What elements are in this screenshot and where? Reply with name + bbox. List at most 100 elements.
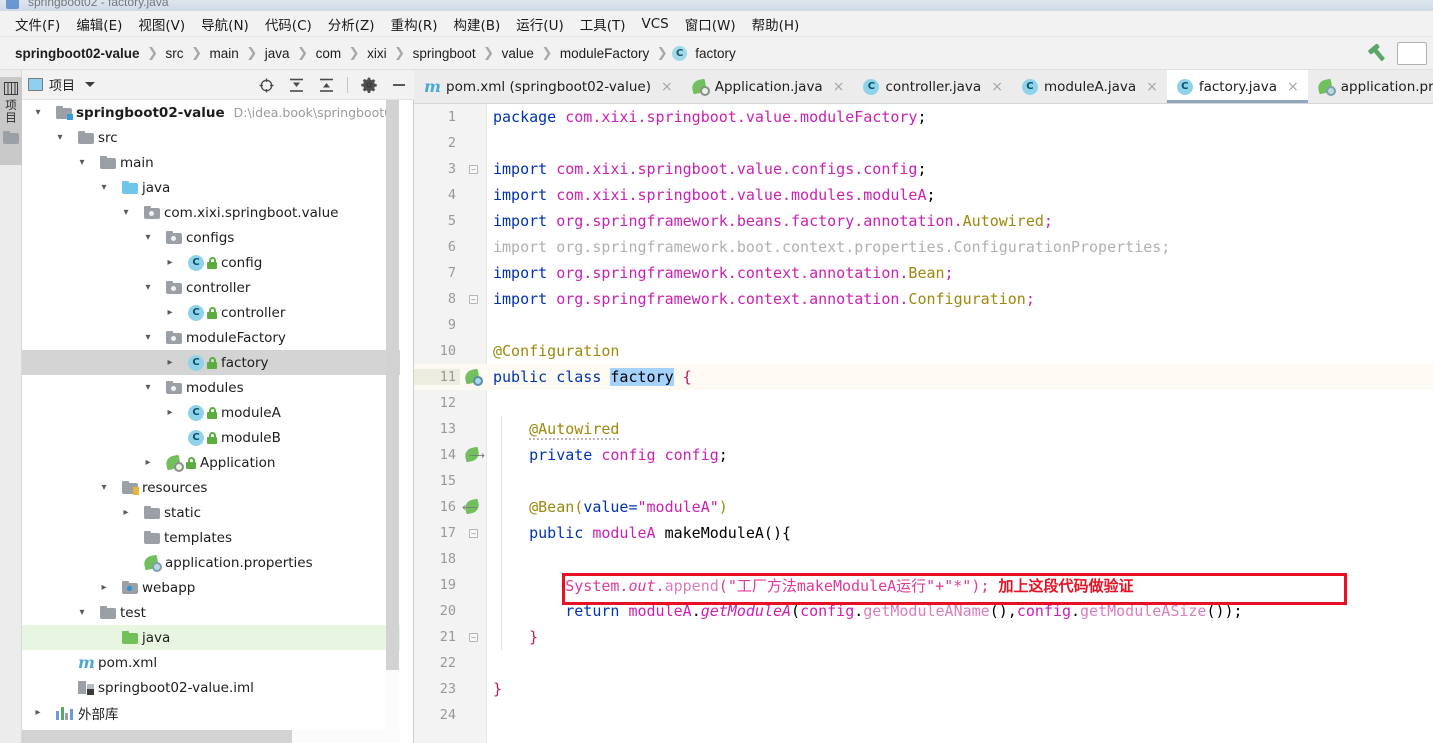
code-line[interactable]: 1 package com.xixi.springboot.value.modu… (414, 104, 1433, 130)
project-tree-vertical-scroll-thumb[interactable] (386, 100, 399, 670)
menu-navigate[interactable]: 导航(N) (193, 11, 257, 37)
code-editor[interactable]: 1 package com.xixi.springboot.value.modu… (414, 104, 1433, 743)
fold-region-icon[interactable]: – (469, 294, 478, 304)
project-panel-title-group[interactable]: 项目 (28, 75, 96, 94)
chevron-down-icon[interactable]: ▾ (140, 382, 156, 393)
chevron-down-icon[interactable]: ▾ (74, 157, 90, 168)
tree-row-src[interactable]: ▾ src (22, 125, 400, 150)
chevron-down-icon[interactable]: ▾ (140, 332, 156, 343)
menu-view[interactable]: 视图(V) (130, 11, 193, 37)
code-line[interactable]: 21 – } (414, 624, 1433, 650)
menu-file[interactable]: 文件(F) (7, 11, 68, 37)
tree-row-class-moduleb[interactable]: ▸ C moduleB (22, 425, 400, 450)
chevron-right-icon[interactable]: ▸ (162, 407, 178, 418)
code-line[interactable]: 2 (414, 130, 1433, 156)
tree-row-package-configs[interactable]: ▾ configs (22, 225, 400, 250)
chevron-down-icon[interactable]: ▾ (118, 207, 134, 218)
build-project-button[interactable] (1363, 41, 1393, 67)
chevron-down-icon[interactable]: ▾ (30, 107, 46, 118)
code-line[interactable]: 6 import org.springframework.boot.contex… (414, 234, 1433, 260)
chevron-right-icon[interactable]: ▸ (96, 582, 112, 593)
editor-tab-application-java[interactable]: Application.java × (682, 70, 854, 103)
breadcrumb-item-main[interactable]: main ❯ (207, 44, 262, 63)
code-line[interactable]: 24 (414, 702, 1433, 728)
code-line[interactable]: 15 (414, 468, 1433, 494)
collapse-all-icon[interactable] (317, 76, 335, 94)
code-line[interactable]: 5 import org.springframework.beans.facto… (414, 208, 1433, 234)
tree-row-class-controller[interactable]: ▸ C controller (22, 300, 400, 325)
code-line[interactable]: 10 @Configuration (414, 338, 1433, 364)
code-line[interactable]: 3 – import com.xixi.springboot.value.con… (414, 156, 1433, 182)
chevron-right-icon[interactable]: ▸ (162, 257, 178, 268)
tree-row-static[interactable]: ▸ static (22, 500, 400, 525)
breadcrumb-item-com[interactable]: com ❯ (313, 44, 365, 63)
code-line[interactable]: 9 (414, 312, 1433, 338)
close-icon[interactable]: × (1287, 80, 1299, 94)
tree-row-module-root[interactable]: ▾ springboot02-value D:\idea.book\spring… (22, 100, 400, 125)
tree-row-package-controller[interactable]: ▾ controller (22, 275, 400, 300)
code-line[interactable]: 18 (414, 546, 1433, 572)
code-line[interactable]: 13 @Autowired (414, 416, 1433, 442)
menu-build[interactable]: 构建(B) (446, 11, 509, 37)
spring-autowired-gutter-icon[interactable]: ⟶ (463, 446, 485, 463)
tree-row-application-properties[interactable]: ▸ application.properties (22, 550, 400, 575)
menu-run[interactable]: 运行(U) (508, 11, 571, 37)
tree-row-main[interactable]: ▾ main (22, 150, 400, 175)
fold-region-icon[interactable]: – (469, 528, 478, 538)
menu-refactor[interactable]: 重构(R) (383, 11, 446, 37)
chevron-down-icon[interactable]: ▾ (140, 282, 156, 293)
code-line[interactable]: 12 (414, 390, 1433, 416)
chevron-right-icon[interactable]: ▸ (162, 357, 178, 368)
editor-tab-controller-java[interactable]: C controller.java × (853, 70, 1011, 103)
menu-code[interactable]: 代码(C) (257, 11, 320, 37)
menu-tools[interactable]: 工具(T) (572, 11, 634, 37)
tree-row-class-config[interactable]: ▸ C config (22, 250, 400, 275)
menu-edit[interactable]: 编辑(E) (68, 11, 130, 37)
breadcrumb-item-value[interactable]: value ❯ (499, 44, 557, 63)
tree-row-class-factory[interactable]: ▸ C factory (22, 350, 400, 375)
gutter-icon-slot[interactable] (460, 368, 487, 386)
menu-vcs[interactable]: VCS (634, 13, 677, 35)
code-line[interactable]: 16 ⟵ @Bean(value="moduleA") (414, 494, 1433, 520)
tree-row-class-modulea[interactable]: ▸ C moduleA (22, 400, 400, 425)
menu-help[interactable]: 帮助(H) (744, 11, 808, 37)
spring-bean-gutter-icon[interactable] (463, 368, 483, 386)
close-icon[interactable]: × (991, 80, 1003, 94)
fold-region-icon[interactable]: – (469, 164, 478, 174)
hide-panel-icon[interactable] (390, 76, 408, 94)
tree-row-external-libraries[interactable]: ▸ 外部库 (22, 700, 400, 725)
tree-row-webapp[interactable]: ▸ webapp (22, 575, 400, 600)
chevron-right-icon[interactable]: ▸ (118, 507, 134, 518)
project-tree[interactable]: ▾ springboot02-value D:\idea.book\spring… (22, 100, 400, 730)
gutter-icon-slot[interactable]: ⟵ (460, 498, 487, 515)
breadcrumb-item-factory[interactable]: C factory (672, 44, 739, 63)
tree-row-package-root[interactable]: ▾ com.xixi.springboot.value (22, 200, 400, 225)
editor-tab-factory-java[interactable]: C factory.java × (1166, 70, 1308, 103)
tree-row-package-modules[interactable]: ▾ modules (22, 375, 400, 400)
editor-tab-pom-xml[interactable]: m pom.xml (springboot02-value) × (414, 70, 682, 103)
breadcrumb-item-java[interactable]: java ❯ (262, 44, 313, 63)
code-line[interactable]: 20 return moduleA.getModuleA(config.getM… (414, 598, 1433, 624)
editor-tab-application-properties[interactable]: application.properties (1308, 70, 1433, 103)
chevron-down-icon[interactable]: ▾ (74, 607, 90, 618)
close-icon[interactable]: × (661, 80, 673, 94)
tool-window-tab-project[interactable]: 项目 (0, 77, 22, 165)
code-line[interactable]: 8 – import org.springframework.context.a… (414, 286, 1433, 312)
code-line-annotated[interactable]: 19 System.out.append("工厂方法makeModuleA运行"… (414, 572, 1433, 598)
tree-row-iml[interactable]: ▸ springboot02-value.iml (22, 675, 400, 700)
tree-row-test[interactable]: ▾ test (22, 600, 400, 625)
tree-row-templates[interactable]: ▸ templates (22, 525, 400, 550)
chevron-right-icon[interactable]: ▸ (140, 457, 156, 468)
code-line[interactable]: 4 import com.xixi.springboot.value.modul… (414, 182, 1433, 208)
menu-analyze[interactable]: 分析(Z) (320, 11, 383, 37)
code-line[interactable]: 22 (414, 650, 1433, 676)
close-icon[interactable]: × (833, 80, 845, 94)
gutter-icon-slot[interactable]: ⟶ (460, 446, 487, 463)
breadcrumb-item-project[interactable]: springboot02-value ❯ (12, 44, 163, 63)
expand-all-icon[interactable] (287, 76, 305, 94)
tree-row-resources[interactable]: ▾ resources (22, 475, 400, 500)
code-line[interactable]: 23 } (414, 676, 1433, 702)
fold-region-icon[interactable]: – (469, 632, 478, 642)
code-line[interactable]: 17 – public moduleA makeModuleA(){ (414, 520, 1433, 546)
chevron-down-icon[interactable] (85, 82, 96, 87)
